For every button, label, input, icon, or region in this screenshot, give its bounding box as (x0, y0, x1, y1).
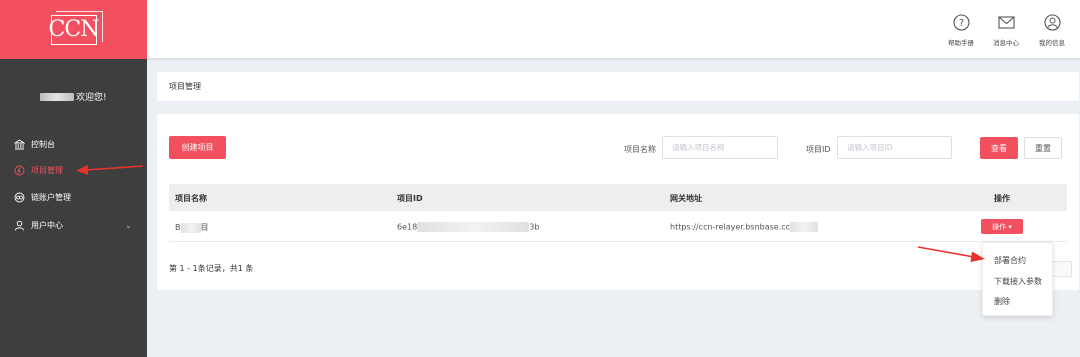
project-id-cell: 6e18 3b (397, 222, 539, 232)
logo[interactable]: CCN (0, 0, 147, 59)
project-list-card: 创建项目 项目名称 项目ID 查看 重置 项目名称 项目ID 网关地址 操作 B… (157, 114, 1079, 290)
table-row: B目 6e18 3b https://ccn-relayer.bsnbase.cc… (169, 211, 1067, 242)
breadcrumb: 项目管理 (157, 72, 1079, 101)
top-bar: ? 帮助手册 消息中心 我的信息 (147, 0, 1080, 59)
message-center-button[interactable]: 消息中心 (986, 14, 1026, 47)
name-suffix: 目 (200, 223, 209, 232)
user-icon (14, 220, 25, 231)
my-info-button[interactable]: 我的信息 (1032, 14, 1072, 47)
project-id-label: 项目ID (806, 145, 831, 154)
pagination-control[interactable] (1052, 261, 1072, 277)
sidebar-item-label: 项目管理 (31, 165, 63, 175)
greeting-text: 欢迎您! (76, 93, 107, 103)
project-name-input[interactable] (662, 136, 778, 159)
sidebar-item-label: 链账户管理 (31, 192, 71, 202)
menu-item-deploy-contract[interactable]: 部署合约 (994, 255, 1026, 266)
menu-item-download-params[interactable]: 下载接入参数 (994, 276, 1042, 287)
sidebar-item-projects[interactable]: 项目管理 (14, 162, 144, 178)
profile-icon (1043, 14, 1061, 31)
svg-text:?: ? (958, 18, 963, 29)
username-redacted (40, 92, 74, 101)
create-project-button[interactable]: 创建项目 (169, 136, 226, 159)
table-header: 项目名称 项目ID 网关地址 操作 (169, 184, 1067, 211)
redacted-text (417, 222, 530, 232)
project-name-cell: B目 (175, 222, 209, 233)
gateway-url: https://ccn-relayer.bsnbase.cc (670, 222, 791, 232)
help-icon: ? (952, 14, 970, 31)
project-id-input[interactable] (837, 136, 952, 159)
sidebar-item-label: 控制台 (31, 139, 55, 149)
column-header: 项目名称 (175, 194, 207, 203)
project-name-label: 项目名称 (624, 145, 656, 154)
help-manual-button[interactable]: ? 帮助手册 (941, 14, 981, 47)
bank-icon (14, 138, 25, 150)
redacted-text (180, 222, 201, 233)
column-header: 操作 (994, 194, 1010, 203)
reset-button[interactable]: 重置 (1024, 137, 1062, 159)
id-prefix: 6e18 (397, 222, 418, 232)
logo-text: CCN (48, 17, 100, 42)
my-info-label: 我的信息 (1039, 39, 1065, 47)
project-icon (14, 165, 25, 176)
help-manual-label: 帮助手册 (948, 39, 974, 47)
gateway-cell: https://ccn-relayer.bsnbase.cc (670, 222, 819, 232)
action-dropdown-menu: 部署合约 下载接入参数 删除 (982, 242, 1053, 316)
sidebar-item-chain-accounts[interactable]: 链账户管理 (14, 189, 144, 205)
user-greeting: 欢迎您! (40, 90, 107, 103)
column-header: 网关地址 (670, 194, 702, 203)
redacted-text (790, 222, 819, 232)
sidebar-item-label: 用户中心 (31, 220, 63, 230)
sidebar-item-user-center[interactable]: 用户中心 ⌄ (14, 217, 144, 233)
page-title: 项目管理 (169, 82, 201, 91)
column-header: 项目ID (397, 194, 423, 203)
row-action-dropdown-button[interactable]: 操作 ▾ (981, 219, 1023, 234)
search-button[interactable]: 查看 (980, 137, 1018, 159)
sidebar-item-console[interactable]: 控制台 (14, 136, 144, 152)
pagination-summary: 第 1 - 1条记录，共1 条 (169, 264, 254, 273)
sidebar: 欢迎您! 控制台 项目管理 链账户管理 用户中心 ⌄ (0, 59, 147, 357)
message-center-label: 消息中心 (993, 39, 1019, 47)
chain-account-icon (14, 192, 25, 203)
logo-frame: CCN (48, 10, 103, 45)
id-suffix: 3b (529, 222, 540, 232)
chevron-down-icon[interactable]: ⌄ (125, 221, 132, 230)
mail-icon (997, 16, 1015, 29)
menu-item-delete[interactable]: 删除 (994, 296, 1010, 307)
